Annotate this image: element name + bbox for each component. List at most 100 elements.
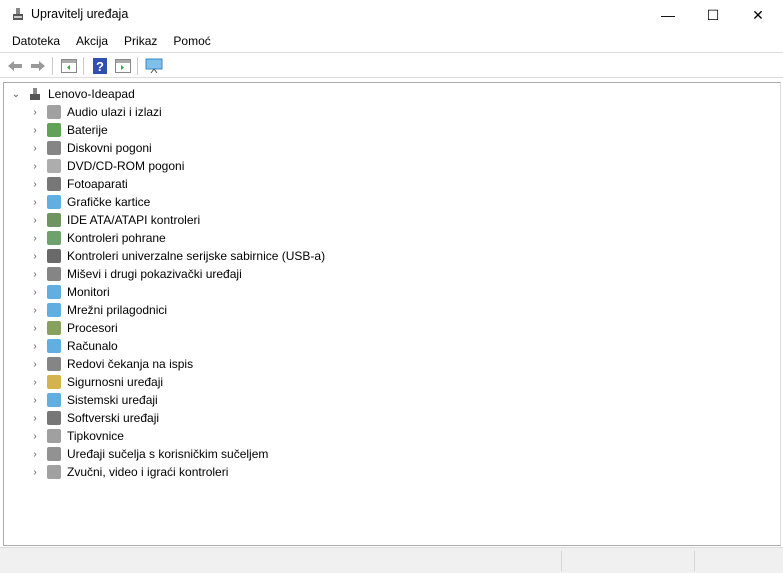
menu-prikaz[interactable]: Prikaz — [116, 30, 165, 52]
tree-item[interactable]: › Kontroleri pohrane — [29, 229, 166, 247]
chevron-right-icon[interactable]: › — [29, 449, 41, 460]
system-icon — [47, 393, 61, 407]
tree-item[interactable]: › Zvučni, video i igraći kontroleri — [29, 463, 228, 481]
battery-icon — [47, 123, 61, 137]
ide-controller-icon — [47, 213, 61, 227]
help-button[interactable]: ? — [91, 57, 109, 74]
device-tree[interactable]: ⌄ Lenovo-Ideapad › Audio ulazi i izlazi › B… — [3, 82, 781, 546]
monitor-scan-icon — [145, 58, 163, 73]
disk-icon — [47, 141, 61, 155]
tree-item[interactable]: › Grafičke kartice — [29, 193, 150, 211]
monitor-icon — [47, 285, 61, 299]
printer-icon — [47, 357, 61, 371]
sound-icon — [47, 465, 61, 479]
chevron-right-icon[interactable]: › — [29, 287, 41, 298]
chevron-right-icon[interactable]: › — [29, 305, 41, 316]
device-manager-icon — [13, 8, 23, 20]
tree-item-label: Diskovni pogoni — [67, 141, 152, 155]
tree-item-label: Redovi čekanja na ispis — [67, 357, 194, 371]
camera-icon — [47, 177, 61, 191]
forward-button[interactable] — [29, 57, 47, 74]
console-tree-icon — [61, 58, 77, 73]
tree-root[interactable]: ⌄ Lenovo-Ideapad — [10, 85, 135, 103]
chevron-right-icon[interactable]: › — [29, 359, 41, 370]
chevron-right-icon[interactable]: › — [29, 161, 41, 172]
tree-item-label: Uređaji sučelja s korisničkim sučeljem — [67, 447, 269, 461]
tree-item[interactable]: › Redovi čekanja na ispis — [29, 355, 193, 373]
chevron-right-icon[interactable]: › — [29, 395, 41, 406]
tree-item-label: Grafičke kartice — [67, 195, 151, 209]
tree-item[interactable]: › Uređaji sučelja s korisničkim sučeljem — [29, 445, 268, 463]
chevron-right-icon[interactable]: › — [29, 269, 41, 280]
speaker-icon — [47, 105, 61, 119]
tree-item[interactable]: › Sigurnosni uređaji — [29, 373, 163, 391]
scan-hardware-button[interactable] — [145, 57, 163, 74]
properties-button[interactable] — [114, 57, 132, 74]
chevron-right-icon[interactable]: › — [29, 197, 41, 208]
tree-item-label: IDE ATA/ATAPI kontroleri — [67, 213, 201, 227]
tree-item[interactable]: › Mrežni prilagodnici — [29, 301, 167, 319]
chevron-right-icon[interactable]: › — [29, 179, 41, 190]
processor-icon — [47, 321, 61, 335]
keyboard-icon — [47, 429, 61, 443]
tree-item-label: Miševi i drugi pokazivački uređaji — [67, 267, 242, 281]
chevron-right-icon[interactable]: › — [29, 107, 41, 118]
tree-item-label: Fotoaparati — [67, 177, 128, 191]
chevron-right-icon[interactable]: › — [29, 125, 41, 136]
chevron-right-icon[interactable]: › — [29, 377, 41, 388]
chevron-right-icon[interactable]: › — [29, 215, 41, 226]
tree-item-label: Računalo — [67, 339, 118, 353]
back-arrow-icon — [8, 60, 22, 71]
tree-item[interactable]: › Sistemski uređaji — [29, 391, 158, 409]
chevron-right-icon[interactable]: › — [29, 413, 41, 424]
tree-item-label: DVD/CD-ROM pogoni — [67, 159, 185, 173]
tree-item[interactable]: › Procesori — [29, 319, 118, 337]
tree-item[interactable]: › Fotoaparati — [29, 175, 128, 193]
maximize-button[interactable]: ☐ — [690, 0, 736, 30]
chevron-down-icon[interactable]: ⌄ — [10, 89, 22, 100]
chevron-right-icon[interactable]: › — [29, 341, 41, 352]
dvd-icon — [47, 159, 61, 173]
menu-pomoc[interactable]: Pomoć — [165, 30, 218, 52]
close-button[interactable]: ✕ — [735, 0, 781, 30]
mouse-icon — [47, 267, 61, 281]
tree-item[interactable]: › Baterije — [29, 121, 108, 139]
console-tree-button[interactable] — [60, 57, 78, 74]
menu-akcija[interactable]: Akcija — [68, 30, 116, 52]
menu-datoteka[interactable]: Datoteka — [4, 30, 68, 52]
tree-item-label: Monitori — [67, 285, 110, 299]
forward-arrow-icon — [31, 60, 45, 71]
tree-item-label: Softverski uređaji — [67, 411, 160, 425]
hid-icon — [47, 447, 61, 461]
chevron-right-icon[interactable]: › — [29, 431, 41, 442]
menu-bar: Datoteka Akcija Prikaz Pomoć — [0, 30, 783, 52]
properties-icon — [115, 58, 131, 73]
chevron-right-icon[interactable]: › — [29, 233, 41, 244]
chevron-right-icon[interactable]: › — [29, 251, 41, 262]
tree-item[interactable]: › DVD/CD-ROM pogoni — [29, 157, 184, 175]
storage-controller-icon — [47, 231, 61, 245]
back-button[interactable] — [6, 57, 24, 74]
tree-item[interactable]: › Audio ulazi i izlazi — [29, 103, 162, 121]
chevron-right-icon[interactable]: › — [29, 143, 41, 154]
tree-item[interactable]: › Miševi i drugi pokazivački uređaji — [29, 265, 242, 283]
tree-item[interactable]: › Kontroleri univerzalne serijske sabirni… — [29, 247, 325, 265]
tree-item[interactable]: › Računalo — [29, 337, 118, 355]
tree-item[interactable]: › Diskovni pogoni — [29, 139, 152, 157]
tree-item-label: Baterije — [67, 123, 108, 137]
computer-root-icon — [30, 88, 40, 100]
chevron-right-icon[interactable]: › — [29, 467, 41, 478]
root-label: Lenovo-Ideapad — [48, 87, 135, 101]
tree-item-label: Sigurnosni uređaji — [67, 375, 164, 389]
tree-item[interactable]: › IDE ATA/ATAPI kontroleri — [29, 211, 200, 229]
network-icon — [47, 303, 61, 317]
security-key-icon — [47, 375, 61, 389]
tree-item[interactable]: › Tipkovnice — [29, 427, 124, 445]
minimize-button[interactable]: — — [645, 0, 691, 30]
tree-item[interactable]: › Softverski uređaji — [29, 409, 159, 427]
tree-item-label: Sistemski uređaji — [67, 393, 158, 407]
tree-item[interactable]: › Monitori — [29, 283, 110, 301]
computer-icon — [47, 339, 61, 353]
display-adapter-icon — [47, 195, 61, 209]
chevron-right-icon[interactable]: › — [29, 323, 41, 334]
